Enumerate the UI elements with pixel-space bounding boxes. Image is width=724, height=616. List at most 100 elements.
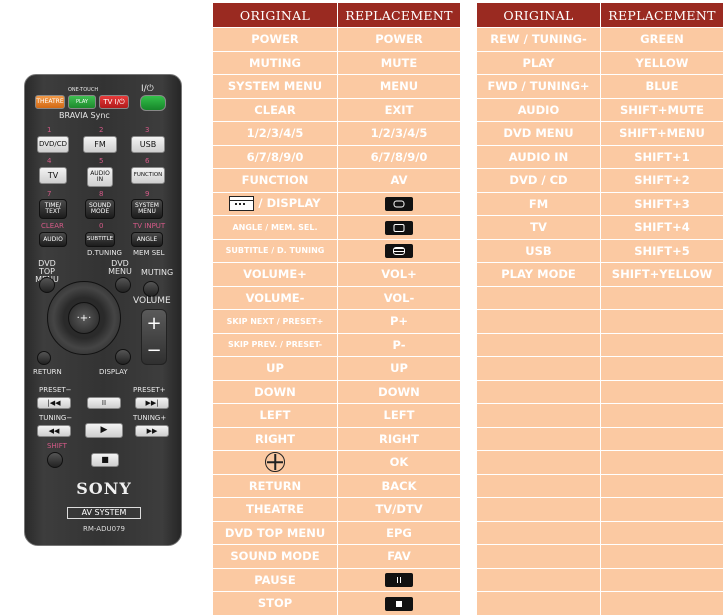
num8-label: 8	[99, 190, 104, 198]
original-cell: POWER	[213, 28, 338, 52]
table-row: FUNCTION AV	[213, 169, 461, 193]
table-row: FWD / TUNING+ BLUE	[477, 75, 724, 99]
original-label: / DISPLAY	[258, 196, 321, 211]
original-label: VOLUME+	[243, 267, 307, 282]
display-icon	[229, 196, 255, 212]
original-label: RETURN	[248, 478, 302, 493]
empty-table-row	[477, 286, 724, 310]
replacement-cell: 6/7/8/9/0	[338, 145, 461, 169]
table-row: CLEAR EXIT	[213, 98, 461, 122]
angle-icon	[385, 220, 413, 235]
original-cell: SKIP NEXT / PRESET+	[213, 310, 338, 334]
original-label: SKIP PREV. / PRESET-	[227, 340, 323, 350]
dvd-cd-button: DVD/CD	[37, 136, 69, 153]
empty-cell	[477, 568, 601, 592]
empty-table-row	[477, 427, 724, 451]
replacement-cell: SHIFT+3	[601, 192, 724, 216]
replacement-label: TV/DTV	[375, 502, 423, 517]
original-cell: FUNCTION	[213, 169, 338, 193]
empty-cell	[477, 592, 601, 616]
original-cell: PLAY	[477, 51, 601, 75]
empty-table-row	[477, 545, 724, 569]
empty-cell	[601, 333, 724, 357]
empty-cell	[477, 498, 601, 522]
empty-table-row	[477, 521, 724, 545]
table-row: TV SHIFT+4	[477, 216, 724, 240]
tv-input-label: TV INPUT	[133, 222, 166, 230]
replacement-label: UP	[390, 361, 408, 376]
display-label: DISPLAY	[99, 368, 128, 376]
empty-cell	[601, 357, 724, 381]
table-row: VOLUME- VOL-	[213, 286, 461, 310]
replacement-label: FAV	[387, 549, 411, 564]
replacement-cell: RIGHT	[338, 427, 461, 451]
original-label: PAUSE	[254, 572, 296, 587]
original-label: AUDIO IN	[508, 149, 569, 164]
empty-cell	[477, 333, 601, 357]
table-row: DVD TOP MENU EPG	[213, 521, 461, 545]
dpad-center-button: ·+·	[68, 302, 100, 334]
power-button	[140, 95, 166, 111]
mapping-table-left-body: POWER POWER MUTING MUTE SYSTEM MENU MENU CLEAR…	[213, 28, 461, 616]
empty-cell	[601, 451, 724, 475]
replacement-cell: DOWN	[338, 380, 461, 404]
d-tuning-label: D.TUNING	[87, 249, 122, 257]
replacement-label: LEFT	[383, 408, 415, 423]
empty-table-row	[477, 474, 724, 498]
original-cell: DVD MENU	[477, 122, 601, 146]
num6-label: 6	[145, 157, 150, 165]
empty-cell	[601, 310, 724, 334]
original-label: TV	[530, 220, 547, 235]
volume-label: VOLUME	[133, 296, 171, 306]
replacement-cell: P-	[338, 333, 461, 357]
mem-sel-label: MEM SEL	[133, 249, 165, 257]
av-system-label: AV SYSTEM	[67, 507, 141, 519]
replacement-label: 1/2/3/4/5	[370, 126, 428, 141]
original-cell: VOLUME+	[213, 263, 338, 287]
empty-cell	[601, 592, 724, 616]
table-row: SKIP NEXT / PRESET+ P+	[213, 310, 461, 334]
replacement-cell: SHIFT+1	[601, 145, 724, 169]
replacement-label: SHIFT+4	[634, 220, 690, 235]
original-cell: AUDIO IN	[477, 145, 601, 169]
replacement-cell: GREEN	[601, 28, 724, 52]
table-row: SKIP PREV. / PRESET- P-	[213, 333, 461, 357]
original-label: 6/7/8/9/0	[246, 149, 304, 164]
table-header-row: ORIGINAL REPLACEMENT	[477, 3, 724, 28]
power-label: I/⏻	[141, 84, 154, 94]
original-cell: REW / TUNING-	[477, 28, 601, 52]
replacement-cell: SHIFT+4	[601, 216, 724, 240]
original-cell: FWD / TUNING+	[477, 75, 601, 99]
subtitle-button: SUBTITLE	[85, 232, 115, 247]
empty-table-row	[477, 357, 724, 381]
replacement-cell: OK	[338, 451, 461, 475]
table-row: DVD / CD SHIFT+2	[477, 169, 724, 193]
mapping-table-right: ORIGINAL REPLACEMENT REW / TUNING- GREEN P…	[477, 3, 724, 616]
num7-label: 7	[47, 190, 52, 198]
replacement-cell: 1/2/3/4/5	[338, 122, 461, 146]
original-cell: VOLUME-	[213, 286, 338, 310]
dvd-menu-label: DVD MENU	[108, 259, 132, 276]
original-cell: SOUND MODE	[213, 545, 338, 569]
remote-control-image: THEATRE PLAY ONE-TOUCH TV I/⏻ I/⏻ BRAVIA…	[24, 74, 182, 546]
original-cell: AUDIO	[477, 98, 601, 122]
tv-button: TV	[39, 167, 67, 184]
original-label: FM	[528, 196, 549, 211]
replacement-cell: UP	[338, 357, 461, 381]
empty-cell	[477, 357, 601, 381]
replacement-cell: LEFT	[338, 404, 461, 428]
replacement-label: EPG	[386, 525, 412, 540]
original-cell: FM	[477, 192, 601, 216]
table-row: RIGHT RIGHT	[213, 427, 461, 451]
header-original: ORIGINAL	[213, 3, 338, 28]
original-cell: CLEAR	[213, 98, 338, 122]
num1-label: 1	[47, 126, 52, 134]
replacement-label: RIGHT	[378, 431, 420, 446]
empty-cell	[477, 427, 601, 451]
table-row: SUBTITLE / D. TUNING	[213, 239, 461, 263]
replacement-cell: EPG	[338, 521, 461, 545]
pause-button: II	[87, 397, 121, 409]
original-cell: PAUSE	[213, 568, 338, 592]
original-cell: USB	[477, 239, 601, 263]
table-row: RETURN BACK	[213, 474, 461, 498]
